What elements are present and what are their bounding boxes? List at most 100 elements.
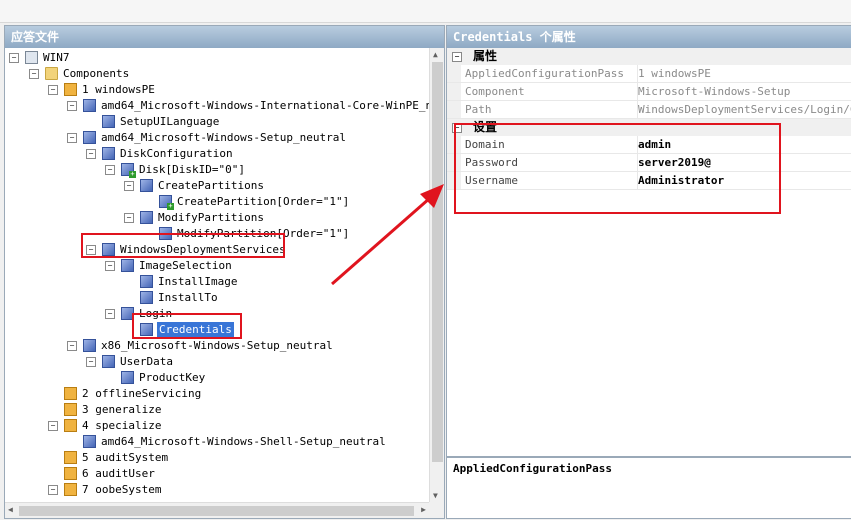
component-icon	[140, 291, 153, 304]
property-name: Component	[465, 85, 525, 98]
component-icon	[140, 323, 153, 336]
scroll-thumb[interactable]	[19, 506, 414, 516]
collapse-icon[interactable]: −	[48, 421, 58, 431]
component-icon: +	[121, 163, 136, 178]
tree-node-label: SetupUILanguage	[120, 115, 220, 128]
component-icon	[83, 435, 96, 448]
pass-icon	[64, 83, 77, 96]
properties-title: Credentials 个属性	[447, 26, 851, 48]
category-settings[interactable]: − 设置	[447, 119, 851, 136]
row-gutter	[447, 101, 461, 118]
tree-node-label: ProductKey	[139, 371, 206, 384]
tree-node-label: ModifyPartitions	[158, 211, 264, 224]
component-icon	[140, 179, 153, 192]
scroll-thumb[interactable]	[432, 62, 443, 462]
collapse-icon[interactable]: −	[124, 181, 134, 191]
tree-node-label: CreatePartition[Order="1"]	[177, 195, 350, 208]
pass-icon	[64, 467, 77, 480]
tree-node-label: 6 auditUser	[82, 467, 155, 480]
scroll-up-icon[interactable]: ▲	[433, 50, 438, 59]
collapse-icon[interactable]: −	[105, 309, 115, 319]
collapse-icon[interactable]: −	[67, 341, 77, 351]
component-icon	[102, 243, 115, 256]
component-icon	[102, 147, 115, 160]
collapse-icon[interactable]: −	[105, 261, 115, 271]
component-icon	[102, 115, 115, 128]
computer-icon	[25, 51, 38, 64]
component-icon	[121, 307, 134, 320]
component-icon	[140, 275, 153, 288]
tree-node-label: WindowsDeploymentServices	[120, 243, 286, 256]
tree-node-label: Login	[139, 307, 173, 320]
property-row[interactable]: Component Microsoft-Windows-Setup	[447, 83, 851, 101]
collapse-icon[interactable]: −	[48, 485, 58, 495]
collapse-icon[interactable]: −	[124, 213, 134, 223]
collapse-icon[interactable]: −	[9, 53, 19, 63]
collapse-icon[interactable]: −	[67, 101, 77, 111]
pass-icon	[64, 387, 77, 400]
collapse-icon[interactable]: −	[29, 69, 39, 79]
answer-file-tree[interactable]: − WIN7 − Components − 1 windowsPE − amd6…	[5, 48, 444, 502]
answer-file-title: 应答文件	[5, 26, 444, 48]
collapse-icon[interactable]: −	[86, 357, 96, 367]
tree-node-label: 5 auditSystem	[82, 451, 169, 464]
row-gutter	[447, 65, 461, 82]
property-name: AppliedConfigurationPass	[465, 67, 624, 80]
tree-node-label: amd64_Microsoft-Windows-Setup_neutral	[101, 131, 347, 144]
property-row[interactable]: Path WindowsDeploymentServices/Login/Cre	[447, 101, 851, 119]
component-icon	[102, 355, 115, 368]
tree-node-label-selected: Credentials	[157, 322, 234, 338]
tree-node-label: DiskConfiguration	[120, 147, 233, 160]
category-label: 属性	[473, 49, 498, 63]
component-icon: +	[159, 195, 174, 210]
property-name: Username	[465, 174, 518, 187]
property-row-password[interactable]: Password server2019@	[447, 154, 851, 172]
tree-node-label: ModifyPartition[Order="1"]	[177, 227, 350, 240]
property-value-password[interactable]: server2019@	[637, 154, 851, 171]
tree-node-label: UserData	[120, 355, 173, 368]
tree-node-label: WIN7	[43, 51, 70, 64]
collapse-icon[interactable]: −	[86, 245, 96, 255]
property-row-username[interactable]: Username Administrator	[447, 172, 851, 190]
component-icon	[121, 371, 134, 384]
tree-horizontal-scrollbar[interactable]: ◀ ▶	[5, 502, 429, 518]
tree-node-label: ImageSelection	[139, 259, 232, 272]
tree-node-label: Components	[63, 67, 130, 80]
description-pane: AppliedConfigurationPass	[446, 457, 851, 519]
category-properties[interactable]: − 属性	[447, 48, 851, 65]
pass-icon	[64, 483, 77, 496]
property-value-username[interactable]: Administrator	[637, 172, 851, 189]
tree-node-label: InstallImage	[158, 275, 238, 288]
tree-node-label: x86_Microsoft-Windows-Setup_neutral	[101, 339, 333, 352]
tree-node-label: CreatePartitions	[158, 179, 264, 192]
tree-node-label: InstallTo	[158, 291, 218, 304]
collapse-icon[interactable]: −	[86, 149, 96, 159]
tree-node-label: 2 offlineServicing	[82, 387, 202, 400]
collapse-icon[interactable]: −	[452, 52, 462, 62]
property-row-domain[interactable]: Domain admin	[447, 136, 851, 154]
property-row[interactable]: AppliedConfigurationPass 1 windowsPE	[447, 65, 851, 83]
tree-node-label: 4 specialize	[82, 419, 162, 432]
top-strip	[0, 0, 851, 23]
component-icon	[83, 339, 96, 352]
collapse-icon[interactable]: −	[67, 133, 77, 143]
row-gutter	[447, 136, 461, 153]
tree-node-label: 1 windowsPE	[82, 83, 155, 96]
tree-node-label: 7 oobeSystem	[82, 483, 162, 496]
property-name: Domain	[465, 138, 505, 151]
tree-node-label: Disk[DiskID="0"]	[139, 163, 245, 176]
tree-node-label: 3 generalize	[82, 403, 162, 416]
scroll-right-icon[interactable]: ▶	[421, 505, 426, 514]
collapse-icon[interactable]: −	[48, 85, 58, 95]
tree-vertical-scrollbar[interactable]: ▲ ▼	[429, 48, 444, 502]
properties-pane: Credentials 个属性 − 属性 AppliedConfiguratio…	[446, 25, 851, 457]
scroll-down-icon[interactable]: ▼	[433, 491, 438, 500]
scroll-left-icon[interactable]: ◀	[8, 505, 13, 514]
property-value-domain[interactable]: admin	[637, 136, 851, 153]
property-grid: − 属性 AppliedConfigurationPass 1 windowsP…	[447, 48, 851, 190]
collapse-icon[interactable]: −	[452, 123, 462, 133]
collapse-icon[interactable]: −	[105, 165, 115, 175]
tree-node-label: amd64_Microsoft-Windows-International-Co…	[101, 99, 445, 112]
component-icon	[159, 227, 172, 240]
component-icon	[121, 259, 134, 272]
